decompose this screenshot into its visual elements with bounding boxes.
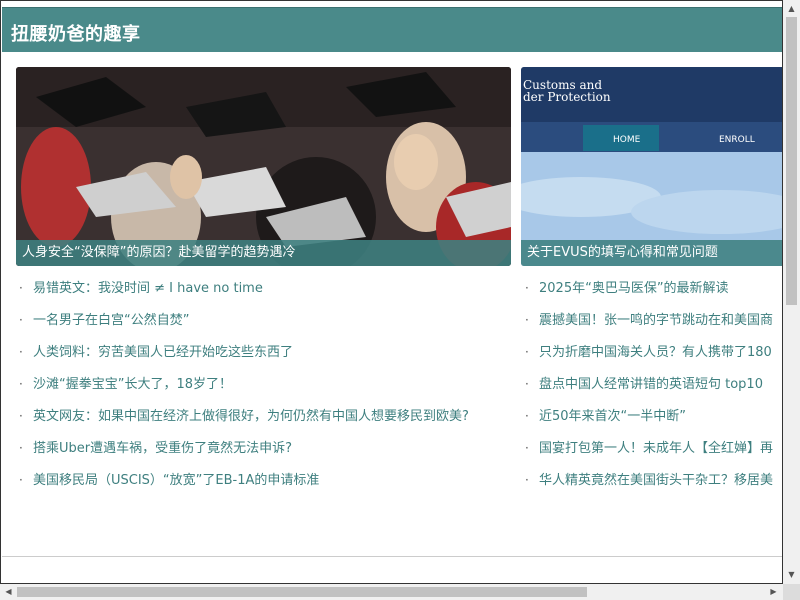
scroll-down-arrow-icon[interactable]: ▼ <box>783 570 800 580</box>
horizontal-scrollbar[interactable]: ◀ ▶ <box>0 584 783 600</box>
featured-caption-1[interactable]: 人身安全“没保障”的原因？赴美留学的趋势遇冷 <box>16 240 511 266</box>
list-item[interactable]: · 近50年来首次“一半中断” <box>525 400 782 432</box>
bullet-dot-icon: · <box>525 473 529 487</box>
horizontal-scroll-thumb[interactable] <box>17 587 587 597</box>
vertical-scrollbar[interactable]: ▲ ▼ <box>783 0 800 584</box>
image-text-enroll: ENROLL <box>719 135 755 145</box>
list-item[interactable]: · 英文网友：如果中国在经济上做得很好，为何仍然有中国人想要移民到欧美? <box>19 400 514 432</box>
scrollbar-corner <box>783 584 800 600</box>
article-link[interactable]: 震撼美国！张一鸣的字节跳动在和美国商 <box>539 313 773 328</box>
article-link[interactable]: 搭乘Uber遭遇车祸，受重伤了竟然无法申诉? <box>33 441 292 456</box>
article-link[interactable]: 只为折磨中国海关人员？有人携带了180 <box>539 345 772 360</box>
featured-caption-2[interactable]: 关于EVUS的填写心得和常见问题 <box>521 240 782 266</box>
bullet-dot-icon: · <box>525 377 529 391</box>
article-link[interactable]: 近50年来首次“一半中断” <box>539 409 686 424</box>
bullet-dot-icon: · <box>19 313 23 327</box>
article-link[interactable]: 易错英文：我没时间 ≠ I have no time <box>33 281 263 296</box>
bullet-dot-icon: · <box>525 313 529 327</box>
featured-card-1[interactable]: 人身安全“没保障”的原因？赴美留学的趋势遇冷 <box>16 67 511 266</box>
image-text-home: HOME <box>613 135 641 145</box>
bullet-dot-icon: · <box>525 441 529 455</box>
article-link[interactable]: 沙滩“握拳宝宝”长大了，18岁了！ <box>33 377 232 392</box>
article-list-right: · 2025年“奥巴马医保”的最新解读 · 震撼美国！张一鸣的字节跳动在和美国商 ·… <box>525 272 782 496</box>
bullet-dot-icon: · <box>19 441 23 455</box>
bullet-dot-icon: · <box>19 345 23 359</box>
bullet-dot-icon: · <box>19 409 23 423</box>
bullet-dot-icon: · <box>19 473 23 487</box>
article-link[interactable]: 华人精英竟然在美国街头干杂工？移居美 <box>539 473 773 488</box>
list-item[interactable]: · 2025年“奥巴马医保”的最新解读 <box>525 272 782 304</box>
list-item[interactable]: · 只为折磨中国海关人员？有人携带了180 <box>525 336 782 368</box>
list-item[interactable]: · 盘点中国人经常讲错的英语短句 top10 <box>525 368 782 400</box>
footer-divider <box>2 556 782 557</box>
list-item[interactable]: · 人类饲料：穷苦美国人已经开始吃这些东西了 <box>19 336 514 368</box>
article-link[interactable]: 盘点中国人经常讲错的英语短句 top10 <box>539 377 763 392</box>
bullet-dot-icon: · <box>525 409 529 423</box>
featured-image-graduation[interactable] <box>16 67 511 266</box>
bullet-dot-icon: · <box>19 377 23 391</box>
article-link[interactable]: 人类饲料：穷苦美国人已经开始吃这些东西了 <box>33 345 293 360</box>
featured-image-cbp-site[interactable]: Customs and der Protection HOME ENROLL <box>521 67 783 266</box>
scroll-up-arrow-icon[interactable]: ▲ <box>783 4 800 14</box>
article-link[interactable]: 一名男子在白宫“公然自焚” <box>33 313 189 328</box>
image-text-line2: der Protection <box>523 90 611 104</box>
scroll-right-arrow-icon[interactable]: ▶ <box>765 587 782 597</box>
article-list-left: · 易错英文：我没时间 ≠ I have no time · 一名男子在白宫“公然自… <box>19 272 514 496</box>
article-link[interactable]: 英文网友：如果中国在经济上做得很好，为何仍然有中国人想要移民到欧美? <box>33 409 469 424</box>
bullet-dot-icon: · <box>525 345 529 359</box>
list-item[interactable]: · 搭乘Uber遭遇车祸，受重伤了竟然无法申诉? <box>19 432 514 464</box>
list-item[interactable]: · 美国移民局（USCIS）“放宽”了EB-1A的申请标准 <box>19 464 514 496</box>
vertical-scroll-thumb[interactable] <box>786 17 797 305</box>
bullet-dot-icon: · <box>19 281 23 295</box>
featured-card-2[interactable]: Customs and der Protection HOME ENROLL 关… <box>521 67 783 266</box>
article-link[interactable]: 美国移民局（USCIS）“放宽”了EB-1A的申请标准 <box>33 473 319 488</box>
list-item[interactable]: · 国宴打包第一人！未成年人【全红婵】再 <box>525 432 782 464</box>
bullet-dot-icon: · <box>525 281 529 295</box>
scroll-left-arrow-icon[interactable]: ◀ <box>0 587 17 597</box>
article-link[interactable]: 2025年“奥巴马医保”的最新解读 <box>539 281 729 296</box>
list-item[interactable]: · 震撼美国！张一鸣的字节跳动在和美国商 <box>525 304 782 336</box>
list-item[interactable]: · 华人精英竟然在美国街头干杂工？移居美 <box>525 464 782 496</box>
list-item[interactable]: · 沙滩“握拳宝宝”长大了，18岁了！ <box>19 368 514 400</box>
article-link[interactable]: 国宴打包第一人！未成年人【全红婵】再 <box>539 441 773 456</box>
site-title[interactable]: 扭腰奶爸的趣享 <box>11 20 141 46</box>
site-header: 扭腰奶爸的趣享 <box>2 7 782 52</box>
browser-viewport: 扭腰奶爸的趣享 人身安全“没保障”的原因？赴美留学的趋势遇冷 Customs a… <box>0 0 783 584</box>
list-item[interactable]: · 易错英文：我没时间 ≠ I have no time <box>19 272 514 304</box>
list-item[interactable]: · 一名男子在白宫“公然自焚” <box>19 304 514 336</box>
